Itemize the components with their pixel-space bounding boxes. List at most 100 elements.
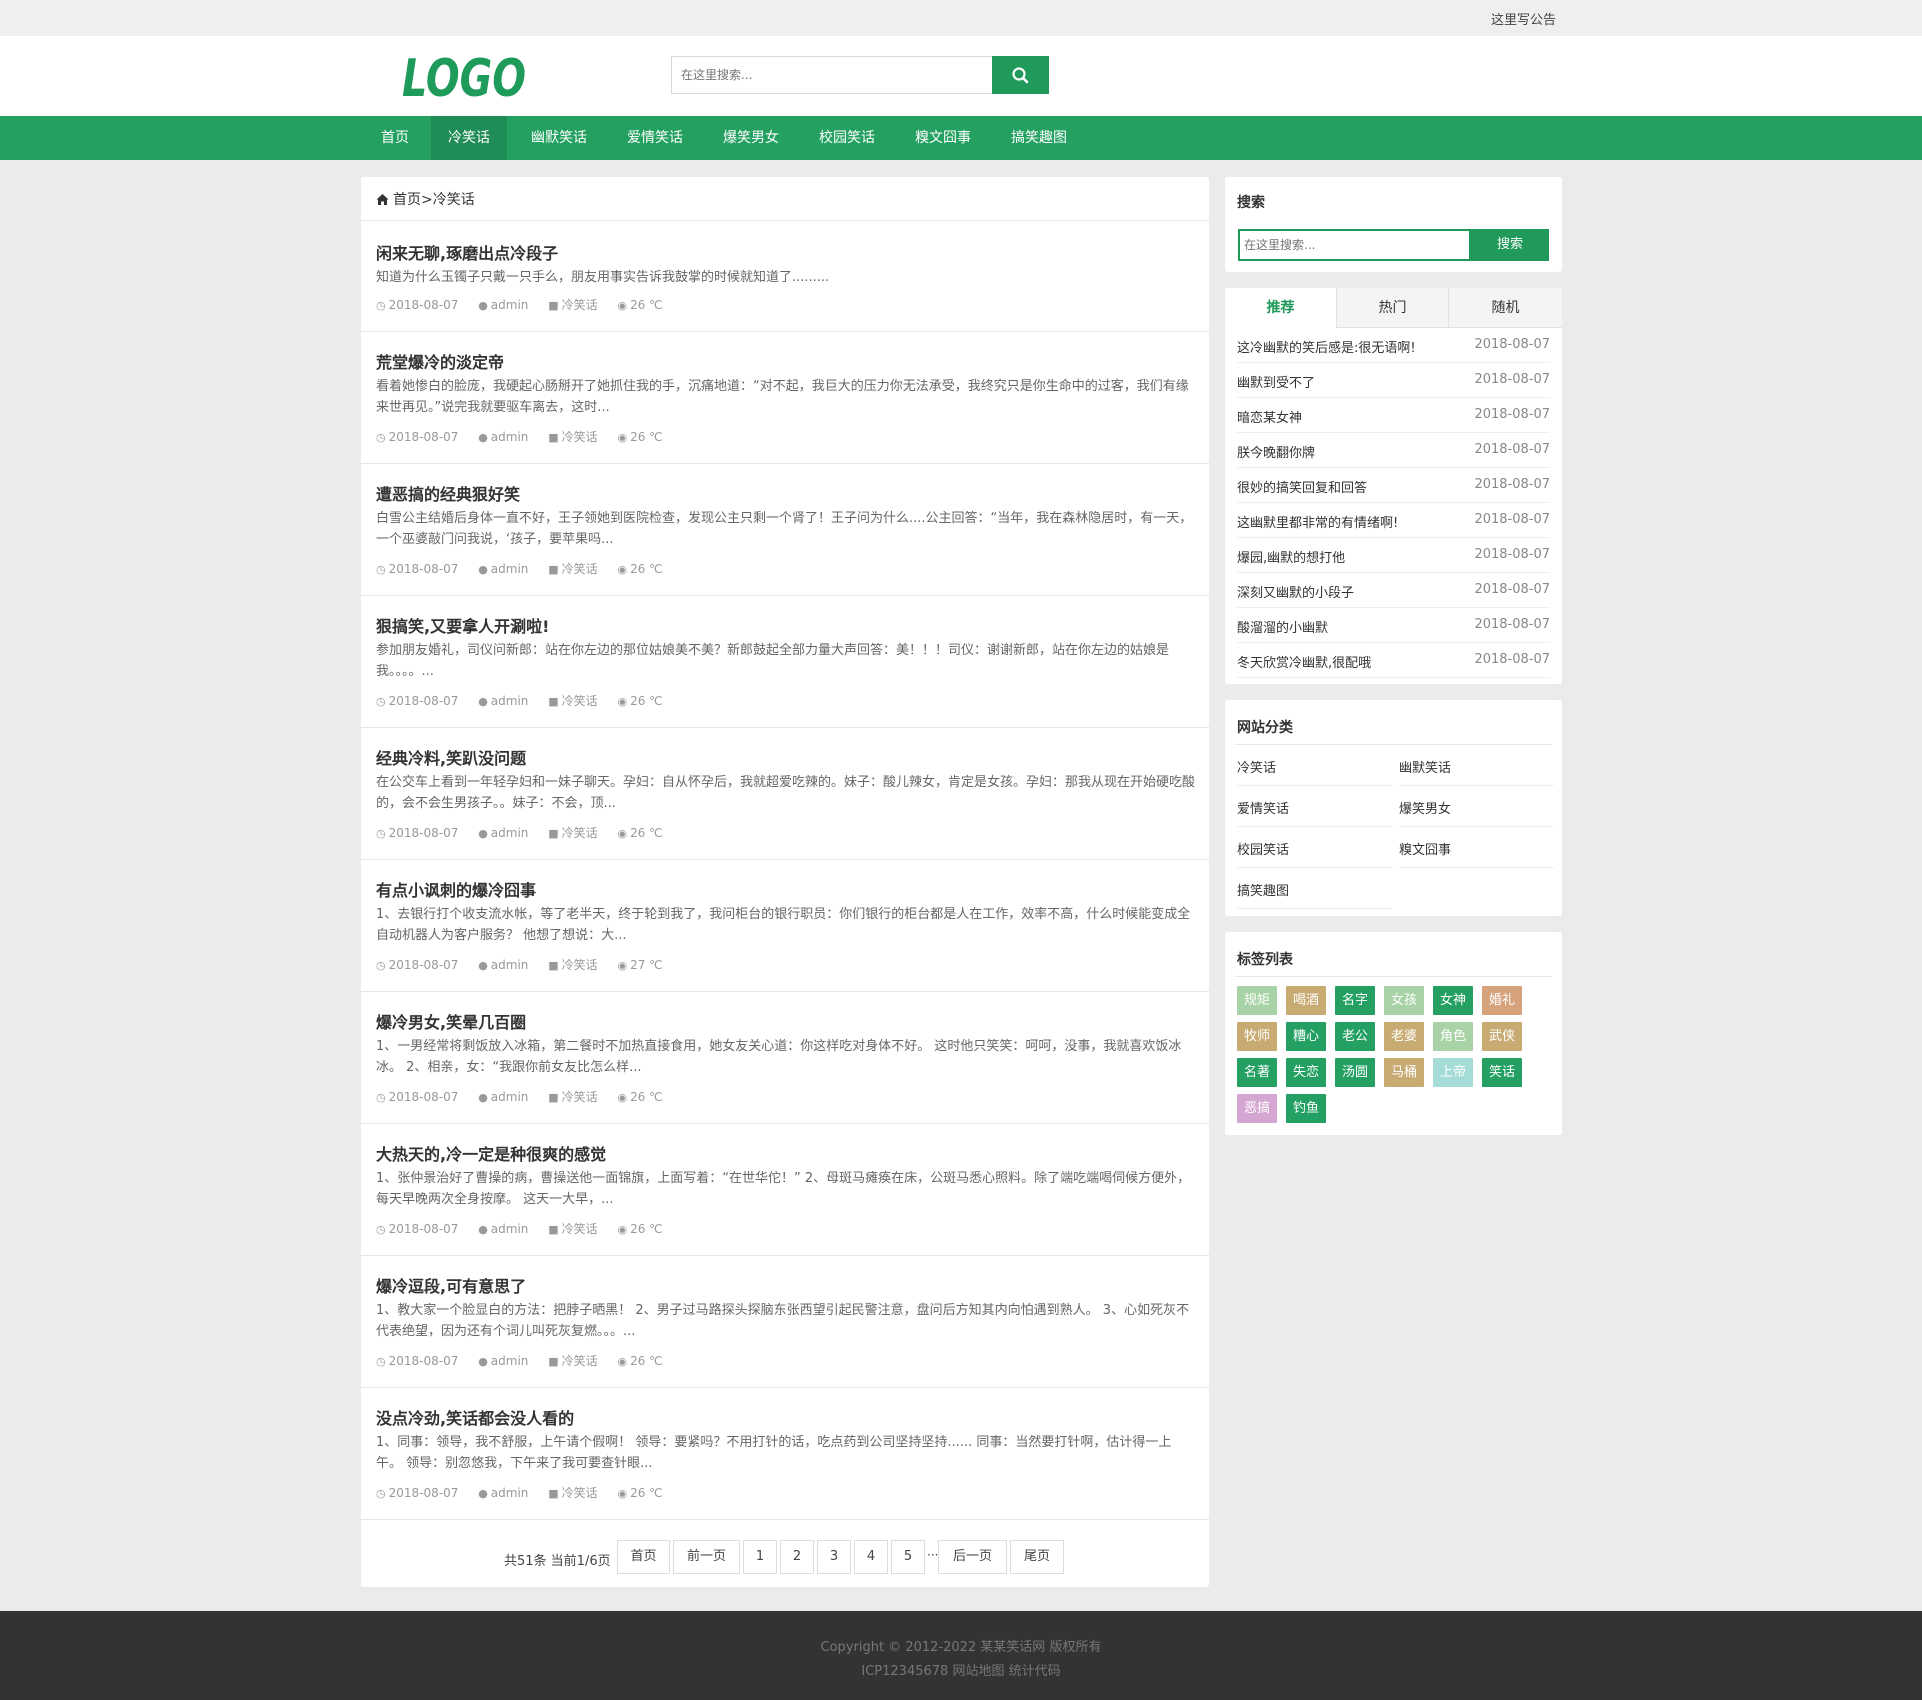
page-prev-button[interactable]: 前一页 <box>673 1540 740 1574</box>
tab-recommended[interactable]: 推荐 <box>1225 288 1337 328</box>
ranking-item[interactable]: 朕今晚翻你牌 2018-08-07 <box>1237 433 1550 468</box>
page-number-button[interactable]: 5 <box>891 1540 925 1574</box>
article-title[interactable]: 狠搞笑,又要拿人开涮啦! <box>376 613 549 637</box>
article-category[interactable]: ■ 冷笑话 <box>548 1088 597 1105</box>
page-number-button[interactable]: 3 <box>817 1540 851 1574</box>
header-search-input[interactable] <box>671 56 993 94</box>
footer-icp[interactable]: ICP12345678 <box>861 1664 948 1679</box>
nav-item-home[interactable]: 首页 <box>370 116 420 160</box>
tag-item[interactable]: 婚礼 <box>1482 986 1522 1015</box>
category-item[interactable]: 校园笑话 <box>1237 827 1392 868</box>
article-title[interactable]: 遭恶搞的经典狠好笑 <box>376 481 520 505</box>
tag-item[interactable]: 名字 <box>1335 986 1375 1015</box>
nav-item-cold-jokes[interactable]: 冷笑话 <box>431 116 507 160</box>
tab-hot[interactable]: 热门 <box>1337 288 1449 328</box>
article-category[interactable]: ■ 冷笑话 <box>548 956 597 973</box>
sidebar-search-button[interactable]: 搜索 <box>1471 229 1549 261</box>
article-category[interactable]: ■ 冷笑话 <box>548 560 597 577</box>
article-title[interactable]: 大热天的,冷一定是种很爽的感觉 <box>376 1141 606 1165</box>
page-first-button[interactable]: 首页 <box>617 1540 670 1574</box>
tag-item[interactable]: 喝酒 <box>1286 986 1326 1015</box>
tag-item[interactable]: 武侠 <box>1482 1022 1522 1051</box>
tag-item[interactable]: 失恋 <box>1286 1058 1326 1087</box>
category-item[interactable]: 爆笑男女 <box>1399 786 1554 827</box>
tag-item[interactable]: 汤圆 <box>1335 1058 1375 1087</box>
ranking-item-title[interactable]: 爆园,幽默的想打他 <box>1237 547 1345 566</box>
article-title[interactable]: 闲来无聊,琢磨出点冷段子 <box>376 240 558 264</box>
breadcrumb-home[interactable]: 首页 <box>393 192 421 208</box>
header-search-button[interactable] <box>992 56 1049 94</box>
tag-item[interactable]: 钓鱼 <box>1286 1094 1326 1123</box>
article-title[interactable]: 没点冷劲,笑话都会没人看的 <box>376 1405 574 1429</box>
ranking-item-title[interactable]: 暗恋某女神 <box>1237 407 1302 426</box>
article-title[interactable]: 爆冷男女,笑晕几百圈 <box>376 1009 526 1033</box>
ranking-item-title[interactable]: 这冷幽默的笑后感是:很无语啊! <box>1237 337 1416 356</box>
tag-item[interactable]: 牧师 <box>1237 1022 1277 1051</box>
breadcrumb-current[interactable]: 冷笑话 <box>433 192 475 208</box>
tag-item[interactable]: 女孩 <box>1384 986 1424 1015</box>
notice-text[interactable]: 这里写公告 <box>1491 9 1556 28</box>
page-number-button[interactable]: 4 <box>854 1540 888 1574</box>
nav-item-love[interactable]: 爱情笑话 <box>615 116 695 160</box>
footer-sitemap-link[interactable]: 网站地图 <box>952 1664 1004 1679</box>
ranking-item-title[interactable]: 冬天欣赏冷幽默,很配哦 <box>1237 652 1371 671</box>
category-item[interactable]: 搞笑趣图 <box>1237 868 1392 909</box>
tag-item[interactable]: 名著 <box>1237 1058 1277 1087</box>
tag-item[interactable]: 规矩 <box>1237 986 1277 1015</box>
tag-item[interactable]: 糟心 <box>1286 1022 1326 1051</box>
page-number-button[interactable]: 1 <box>743 1540 777 1574</box>
article-category[interactable]: ■ 冷笑话 <box>548 1220 597 1237</box>
category-label[interactable]: 爱情笑话 <box>1237 798 1289 817</box>
tab-random[interactable]: 随机 <box>1449 288 1562 328</box>
ranking-item[interactable]: 冬天欣赏冷幽默,很配哦 2018-08-07 <box>1237 643 1550 678</box>
article-title[interactable]: 爆冷逗段,可有意思了 <box>376 1273 526 1297</box>
ranking-item-title[interactable]: 这幽默里都非常的有情绪啊! <box>1237 512 1398 531</box>
tag-item[interactable]: 女神 <box>1433 986 1473 1015</box>
ranking-item[interactable]: 酸溜溜的小幽默 2018-08-07 <box>1237 608 1550 643</box>
tag-item[interactable]: 恶搞 <box>1237 1094 1277 1123</box>
ranking-item[interactable]: 幽默到受不了 2018-08-07 <box>1237 363 1550 398</box>
category-item[interactable]: 糗文囧事 <box>1399 827 1554 868</box>
page-number-button[interactable]: 2 <box>780 1540 814 1574</box>
page-last-button[interactable]: 尾页 <box>1010 1540 1064 1574</box>
ranking-item[interactable]: 深刻又幽默的小段子 2018-08-07 <box>1237 573 1550 608</box>
category-label[interactable]: 糗文囧事 <box>1399 839 1451 858</box>
ranking-item[interactable]: 这冷幽默的笑后感是:很无语啊! 2018-08-07 <box>1237 328 1550 363</box>
sidebar-search-input[interactable] <box>1238 229 1471 261</box>
ranking-item[interactable]: 这幽默里都非常的有情绪啊! 2018-08-07 <box>1237 503 1550 538</box>
nav-item-funny-pics[interactable]: 搞笑趣图 <box>999 116 1079 160</box>
ranking-item-title[interactable]: 酸溜溜的小幽默 <box>1237 617 1328 636</box>
ranking-item[interactable]: 暗恋某女神 2018-08-07 <box>1237 398 1550 433</box>
category-item[interactable]: 幽默笑话 <box>1399 745 1554 786</box>
category-label[interactable]: 校园笑话 <box>1237 839 1289 858</box>
ranking-item-title[interactable]: 幽默到受不了 <box>1237 372 1315 391</box>
category-item[interactable]: 冷笑话 <box>1237 745 1392 786</box>
ranking-item-title[interactable]: 深刻又幽默的小段子 <box>1237 582 1354 601</box>
article-title[interactable]: 有点小讽刺的爆冷囧事 <box>376 877 536 901</box>
nav-item-humor[interactable]: 幽默笑话 <box>519 116 599 160</box>
tag-item[interactable]: 角色 <box>1433 1022 1473 1051</box>
tag-item[interactable]: 笑话 <box>1482 1058 1522 1087</box>
nav-item-embarrassing[interactable]: 糗文囧事 <box>903 116 983 160</box>
ranking-item-title[interactable]: 朕今晚翻你牌 <box>1237 442 1315 461</box>
page-next-button[interactable]: 后一页 <box>938 1540 1007 1574</box>
tag-item[interactable]: 老公 <box>1335 1022 1375 1051</box>
ranking-item[interactable]: 很妙的搞笑回复和回答 2018-08-07 <box>1237 468 1550 503</box>
article-category[interactable]: ■ 冷笑话 <box>548 296 597 313</box>
category-label[interactable]: 爆笑男女 <box>1399 798 1451 817</box>
article-title[interactable]: 经典冷料,笑趴没问题 <box>376 745 526 769</box>
article-category[interactable]: ■ 冷笑话 <box>548 1352 597 1369</box>
tag-item[interactable]: 老婆 <box>1384 1022 1424 1051</box>
nav-item-campus[interactable]: 校园笑话 <box>807 116 887 160</box>
ranking-item[interactable]: 爆园,幽默的想打他 2018-08-07 <box>1237 538 1550 573</box>
category-item[interactable]: 爱情笑话 <box>1237 786 1392 827</box>
article-title[interactable]: 荒堂爆冷的淡定帝 <box>376 349 504 373</box>
tag-item[interactable]: 马桶 <box>1384 1058 1424 1087</box>
site-logo[interactable]: LOGO <box>400 49 530 109</box>
tag-item[interactable]: 上帝 <box>1433 1058 1473 1087</box>
article-category[interactable]: ■ 冷笑话 <box>548 692 597 709</box>
article-category[interactable]: ■ 冷笑话 <box>548 428 597 445</box>
nav-item-men-women[interactable]: 爆笑男女 <box>711 116 791 160</box>
category-label[interactable]: 幽默笑话 <box>1399 757 1451 776</box>
article-category[interactable]: ■ 冷笑话 <box>548 824 597 841</box>
